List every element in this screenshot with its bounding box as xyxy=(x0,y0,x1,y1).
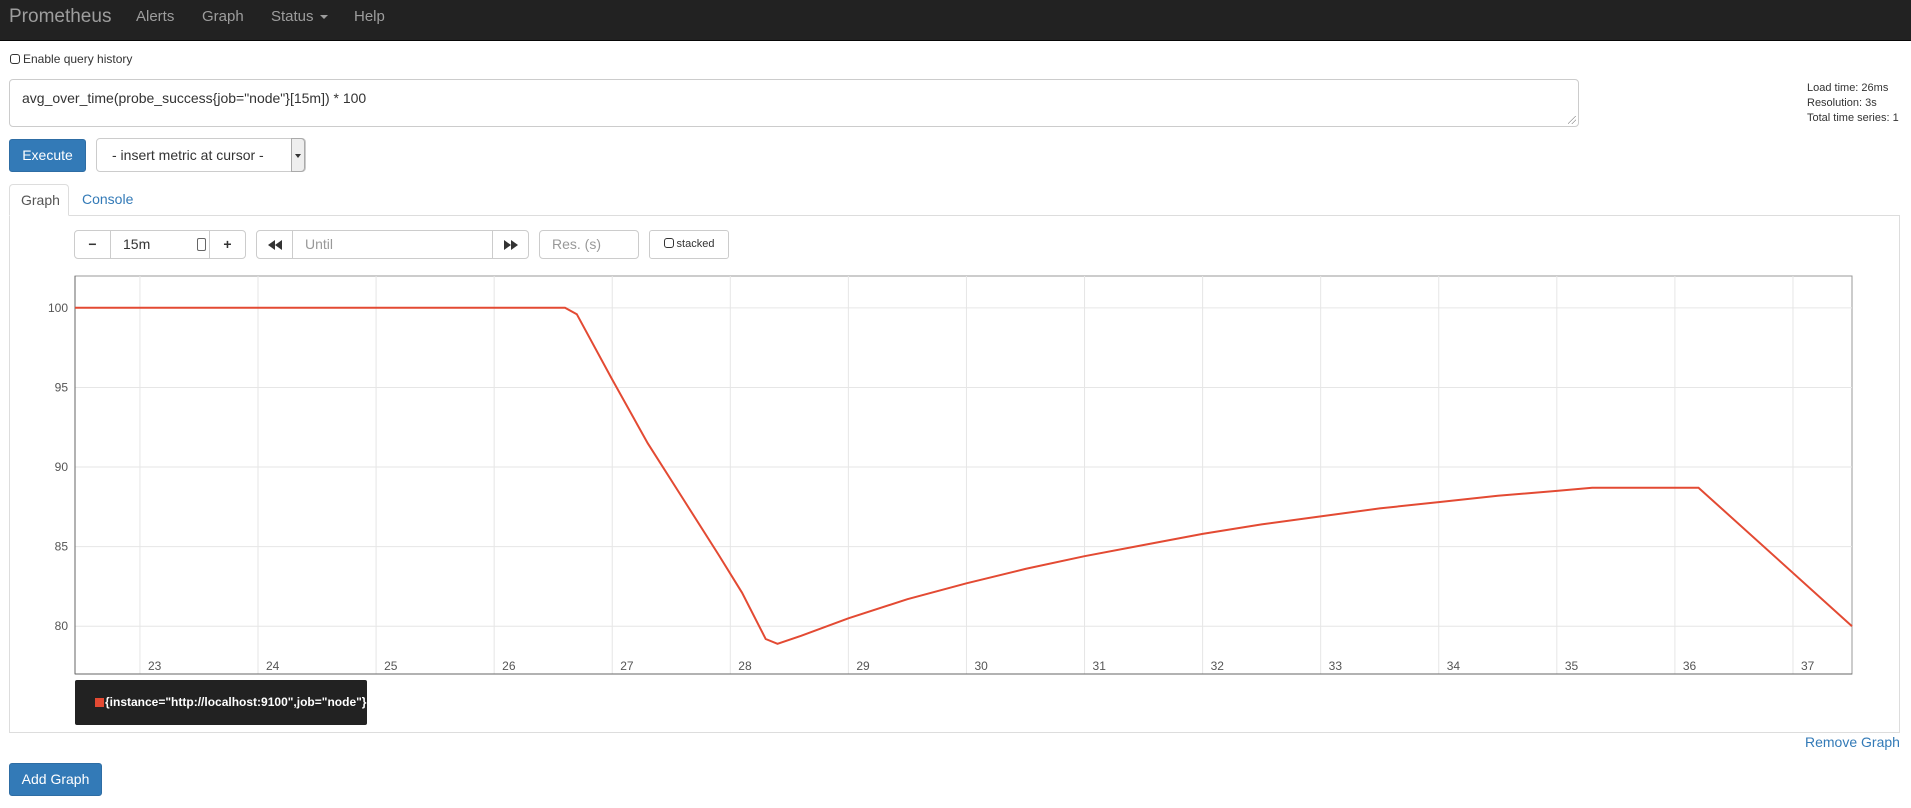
nav-help[interactable]: Help xyxy=(354,8,385,26)
series-swatch xyxy=(95,698,104,707)
time-forward-button[interactable] xyxy=(492,230,529,259)
nav-status[interactable]: Status xyxy=(271,8,328,26)
x-tick-label: 32 xyxy=(1211,659,1225,673)
expression-text: avg_over_time(probe_success{job="node"}[… xyxy=(22,90,367,106)
checkbox-icon xyxy=(663,238,674,248)
checkbox-icon[interactable] xyxy=(10,54,20,64)
resolution: Resolution: 3s xyxy=(1807,97,1877,109)
time-back-button[interactable] xyxy=(256,230,293,259)
stacked-toggle[interactable]: stacked xyxy=(649,230,729,259)
range-increase-button[interactable]: + xyxy=(209,230,246,259)
x-tick-label: 36 xyxy=(1683,659,1697,673)
y-tick-label: 100 xyxy=(48,301,68,315)
range-decrease-button[interactable]: − xyxy=(74,230,111,259)
x-tick-label: 23 xyxy=(148,659,162,673)
expression-input[interactable]: avg_over_time(probe_success{job="node"}[… xyxy=(9,79,1579,127)
graph-chart[interactable]: 23 24 25 26 27 28 29 30 31 32 33 34 35 36 37 100 95 90 85 8… xyxy=(0,270,1911,690)
caret-down-icon xyxy=(319,15,328,20)
range-input[interactable]: 15m xyxy=(110,230,210,259)
x-tick-label: 33 xyxy=(1329,659,1343,673)
query-history-label: Enable query history xyxy=(23,52,133,66)
total-time-series: Total time series: 1 xyxy=(1807,112,1899,124)
execute-button[interactable]: Execute xyxy=(9,139,86,172)
x-tick-label: 30 xyxy=(974,659,988,673)
nav-alerts[interactable]: Alerts xyxy=(136,8,174,26)
x-tick-label: 34 xyxy=(1447,659,1461,673)
brand-link[interactable]: Prometheus xyxy=(9,5,111,29)
y-tick-label: 85 xyxy=(55,540,69,554)
tab-console[interactable]: Console xyxy=(71,184,144,216)
add-graph-button[interactable]: Add Graph xyxy=(9,763,102,796)
nav-status-label: Status xyxy=(271,8,314,25)
nav-graph[interactable]: Graph xyxy=(202,8,244,26)
legend-series-label: {instance="http://localhost:9100",job="n… xyxy=(105,695,367,709)
y-tick-label: 80 xyxy=(55,619,69,633)
x-tick-label: 27 xyxy=(620,659,634,673)
graph-legend[interactable]: {instance="http://localhost:9100",job="n… xyxy=(75,680,367,725)
stacked-label: stacked xyxy=(676,238,715,250)
y-tick-label: 95 xyxy=(55,380,69,394)
dropdown-arrow-icon[interactable] xyxy=(291,138,305,172)
query-history-toggle[interactable]: Enable query history xyxy=(10,52,132,66)
y-tick-label: 90 xyxy=(55,460,69,474)
x-tick-label: 37 xyxy=(1801,659,1815,673)
x-tick-label: 28 xyxy=(738,659,752,673)
resolution-input[interactable]: Res. (s) xyxy=(539,230,639,259)
tab-graph[interactable]: Graph xyxy=(9,184,69,216)
x-tick-label: 24 xyxy=(266,659,280,673)
x-tick-label: 35 xyxy=(1565,659,1579,673)
x-tick-label: 29 xyxy=(856,659,870,673)
load-time: Load time: 26ms xyxy=(1807,82,1889,94)
remove-graph-link[interactable]: Remove Graph xyxy=(1805,734,1900,750)
range-value: 15m xyxy=(123,236,151,252)
spinner-icon[interactable] xyxy=(197,238,206,251)
top-navbar: Prometheus Alerts Graph Status Help xyxy=(0,0,1911,41)
resize-grip-icon[interactable] xyxy=(1568,116,1576,124)
x-tick-label: 26 xyxy=(502,659,516,673)
insert-metric-select[interactable]: - insert metric at cursor - xyxy=(96,138,306,172)
x-tick-label: 31 xyxy=(1093,659,1107,673)
query-stats: Load time: 26ms Resolution: 3s Total tim… xyxy=(1807,81,1899,126)
plot-area xyxy=(74,275,1853,675)
until-input[interactable]: Until xyxy=(292,230,493,259)
backward-icon xyxy=(267,240,282,250)
forward-icon xyxy=(503,240,518,250)
insert-metric-label: - insert metric at cursor - xyxy=(112,147,264,163)
x-tick-label: 25 xyxy=(384,659,398,673)
